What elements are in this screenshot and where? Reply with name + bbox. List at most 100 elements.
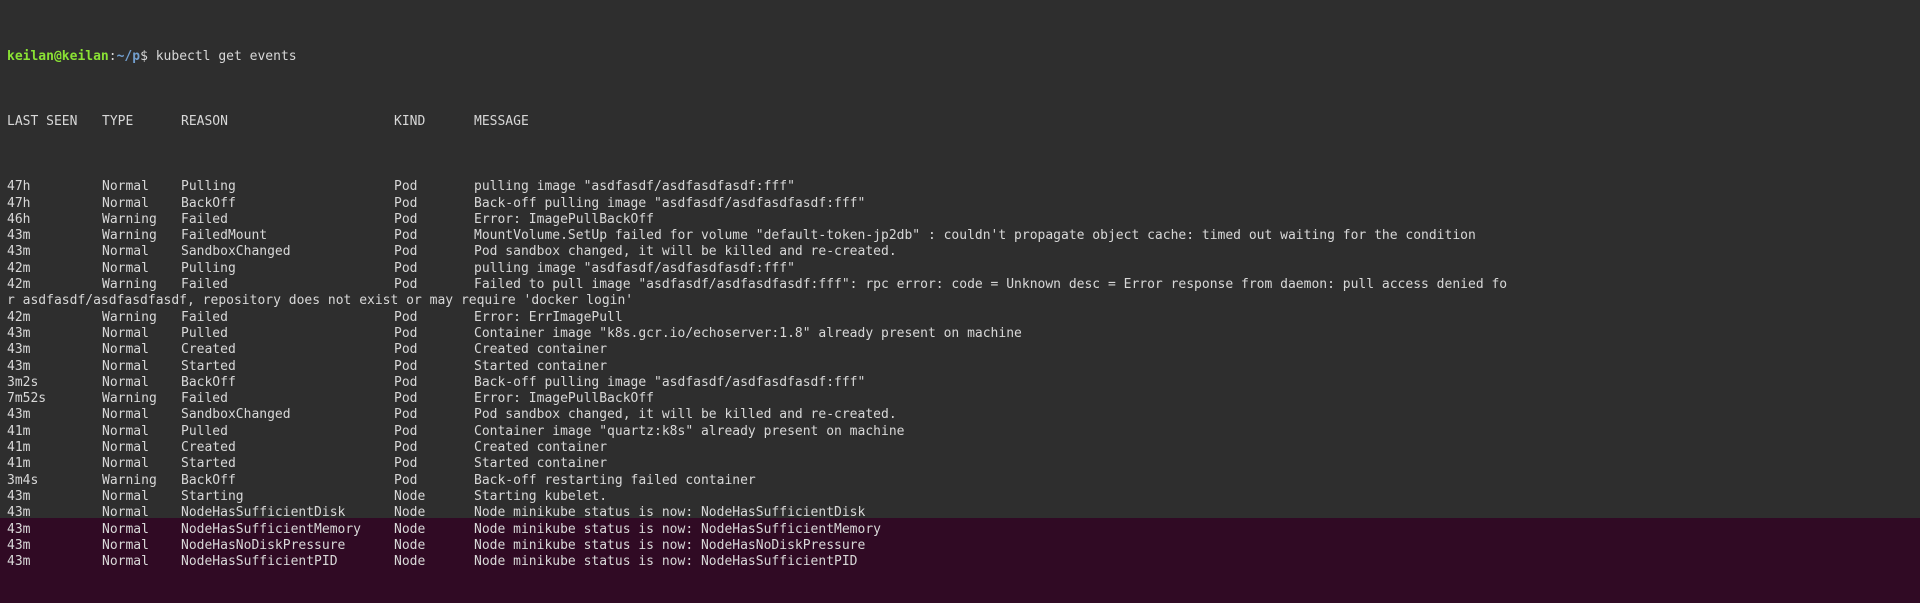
cell-last-seen: 43m (7, 407, 102, 423)
cell-kind: Node (394, 489, 474, 505)
cell-last-seen: 43m (7, 326, 102, 342)
cell-reason: BackOff (181, 375, 394, 391)
cell-reason: Failed (181, 310, 394, 326)
cell-kind: Pod (394, 261, 474, 277)
cell-kind: Pod (394, 342, 474, 358)
cell-kind: Pod (394, 196, 474, 212)
cell-type: Normal (102, 407, 181, 423)
table-row: 42mNormalPullingPodpulling image "asdfas… (0, 261, 1920, 277)
cell-type: Warning (102, 212, 181, 228)
shell-prompt-line: keilan@keilan:~/p$ kubectl get events (0, 49, 1920, 65)
cell-message: Node minikube status is now: NodeHasSuff… (474, 505, 865, 521)
cell-message: Container image "k8s.gcr.io/echoserver:1… (474, 326, 1022, 342)
cell-type: Warning (102, 228, 181, 244)
cell-type: Warning (102, 391, 181, 407)
prompt-command: kubectl get events (156, 49, 297, 64)
cell-last-seen: 41m (7, 440, 102, 456)
cell-last-seen: 42m (7, 310, 102, 326)
cell-reason: Pulling (181, 261, 394, 277)
cell-kind: Pod (394, 424, 474, 440)
cell-kind: Pod (394, 407, 474, 423)
table-row: 47hNormalBackOffPodBack-off pulling imag… (0, 196, 1920, 212)
cell-message: Node minikube status is now: NodeHasSuff… (474, 522, 881, 538)
table-row: 43mNormalSandboxChangedPodPod sandbox ch… (0, 407, 1920, 423)
cell-last-seen: 43m (7, 359, 102, 375)
cell-reason: Pulled (181, 424, 394, 440)
cell-reason: SandboxChanged (181, 244, 394, 260)
cell-reason: Started (181, 456, 394, 472)
cell-message: MountVolume.SetUp failed for volume "def… (474, 228, 1476, 244)
cell-type: Normal (102, 342, 181, 358)
cell-reason: Pulled (181, 326, 394, 342)
cell-reason: Failed (181, 212, 394, 228)
cell-last-seen: 43m (7, 522, 102, 538)
column-header-last-seen: LAST SEEN (7, 114, 102, 130)
cell-last-seen: 42m (7, 277, 102, 293)
cell-kind: Pod (394, 456, 474, 472)
table-row: 3m2sNormalBackOffPodBack-off pulling ima… (0, 375, 1920, 391)
cell-message: Node minikube status is now: NodeHasSuff… (474, 554, 858, 570)
cell-last-seen: 47h (7, 179, 102, 195)
cell-type: Normal (102, 489, 181, 505)
prompt-user-host: keilan@keilan (7, 49, 109, 64)
cell-message: pulling image "asdfasdf/asdfasdfasdf:fff… (474, 261, 795, 277)
cell-message: Back-off pulling image "asdfasdf/asdfasd… (474, 196, 865, 212)
cell-last-seen: 43m (7, 538, 102, 554)
cell-reason: Failed (181, 277, 394, 293)
cell-last-seen: 3m4s (7, 473, 102, 489)
cell-kind: Pod (394, 244, 474, 260)
cell-message: Pod sandbox changed, it will be killed a… (474, 244, 897, 260)
cell-reason: SandboxChanged (181, 407, 394, 423)
cell-reason: NodeHasSufficientMemory (181, 522, 394, 538)
cell-message: pulling image "asdfasdf/asdfasdfasdf:fff… (474, 179, 795, 195)
cell-kind: Pod (394, 440, 474, 456)
cell-kind: Pod (394, 326, 474, 342)
table-row: 43mNormalSandboxChangedPodPod sandbox ch… (0, 244, 1920, 260)
cell-type: Normal (102, 456, 181, 472)
cell-last-seen: 43m (7, 244, 102, 260)
cell-reason: NodeHasSufficientPID (181, 554, 394, 570)
cell-reason: Created (181, 342, 394, 358)
cell-last-seen: 41m (7, 424, 102, 440)
table-row-wrapped-continuation: r asdfasdf/asdfasdfasdf, repository does… (0, 293, 1920, 309)
cell-reason: Failed (181, 391, 394, 407)
cell-reason: BackOff (181, 196, 394, 212)
table-row: 43mWarningFailedMountPodMountVolume.SetU… (0, 228, 1920, 244)
cell-type: Normal (102, 440, 181, 456)
table-row: 43mNormalStartedPodStarted container (0, 359, 1920, 375)
cell-kind: Node (394, 554, 474, 570)
cell-kind: Pod (394, 277, 474, 293)
cell-type: Normal (102, 179, 181, 195)
cell-type: Normal (102, 538, 181, 554)
column-header-reason: REASON (181, 114, 394, 130)
prompt-sigil: $ (140, 49, 156, 64)
table-row: 47hNormalPullingPodpulling image "asdfas… (0, 179, 1920, 195)
cell-type: Normal (102, 244, 181, 260)
cell-reason: Pulling (181, 179, 394, 195)
cell-kind: Pod (394, 359, 474, 375)
column-header-kind: KIND (394, 114, 474, 130)
cell-kind: Pod (394, 179, 474, 195)
table-row: 43mNormalPulledPodContainer image "k8s.g… (0, 326, 1920, 342)
table-row: 46hWarningFailedPodError: ImagePullBackO… (0, 212, 1920, 228)
cell-last-seen: 41m (7, 456, 102, 472)
table-row: 43mNormalNodeHasNoDiskPressureNodeNode m… (0, 538, 1920, 554)
cell-kind: Pod (394, 228, 474, 244)
prompt-separator: : (109, 49, 117, 64)
table-row: 41mNormalPulledPodContainer image "quart… (0, 424, 1920, 440)
cell-type: Normal (102, 375, 181, 391)
cell-message: Back-off pulling image "asdfasdf/asdfasd… (474, 375, 865, 391)
cell-last-seen: 7m52s (7, 391, 102, 407)
cell-message: Back-off restarting failed container (474, 473, 756, 489)
cell-type: Normal (102, 359, 181, 375)
cell-reason: Starting (181, 489, 394, 505)
cell-kind: Node (394, 505, 474, 521)
cell-last-seen: 42m (7, 261, 102, 277)
cell-last-seen: 47h (7, 196, 102, 212)
cell-type: Warning (102, 473, 181, 489)
table-row: 43mNormalNodeHasSufficientPIDNodeNode mi… (0, 554, 1920, 570)
cell-last-seen: 46h (7, 212, 102, 228)
cell-kind: Node (394, 538, 474, 554)
cell-reason: NodeHasNoDiskPressure (181, 538, 394, 554)
terminal-window[interactable]: keilan@keilan:~/p$ kubectl get events LA… (0, 0, 1920, 518)
